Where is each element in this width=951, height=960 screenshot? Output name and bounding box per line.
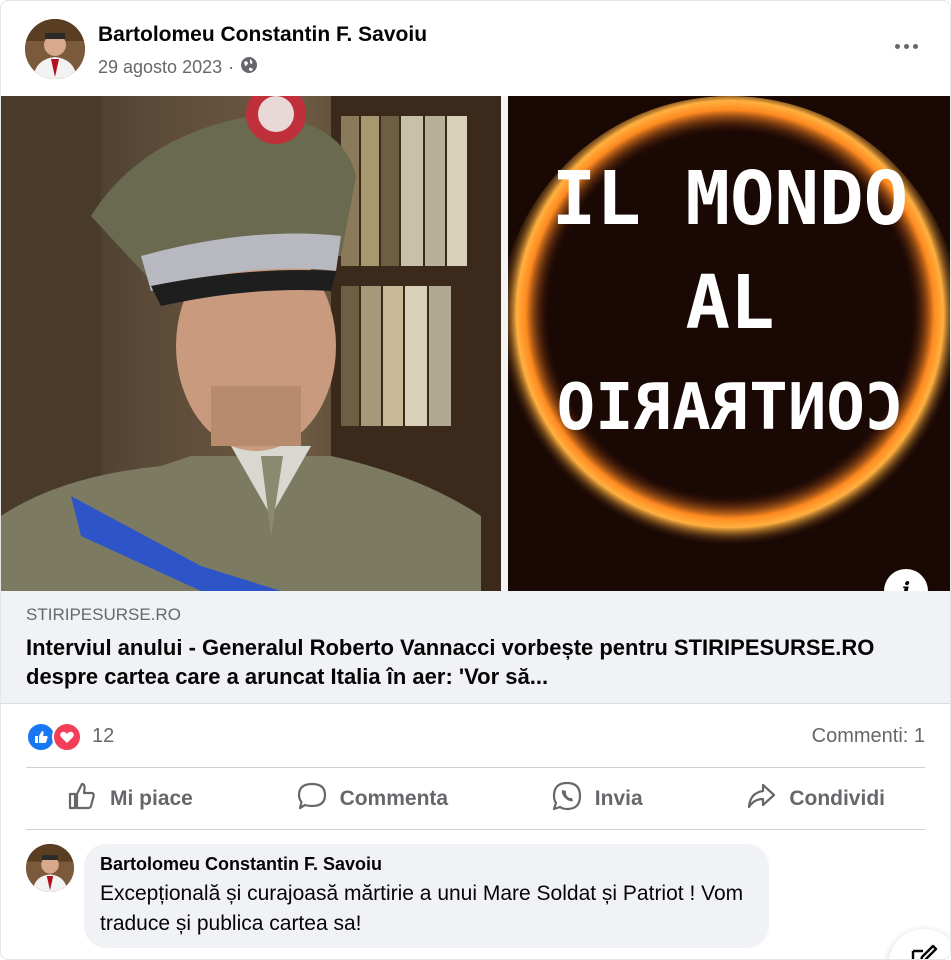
- reaction-count[interactable]: 12: [92, 725, 114, 748]
- send-button[interactable]: Invia: [511, 774, 683, 824]
- share-arrow-icon: [745, 780, 777, 818]
- globe-icon: [240, 56, 258, 79]
- comment-count[interactable]: Commenti: 1: [812, 725, 925, 748]
- book-cover-image: IL MONDO AL CONTRARIO: [498, 96, 950, 591]
- like-label: Mi piace: [110, 787, 193, 810]
- comment-label: Commenta: [339, 787, 449, 810]
- reaction-icons[interactable]: [26, 722, 82, 752]
- post-date[interactable]: 29 agosto 2023: [98, 57, 222, 78]
- edit-icon: [909, 943, 939, 959]
- share-button[interactable]: Condividi: [705, 774, 925, 824]
- cover-title-line3: CONTRARIO: [557, 371, 904, 445]
- image-divider: [501, 96, 508, 591]
- link-title[interactable]: Interviul anului - Generalul Roberto Van…: [26, 633, 912, 691]
- like-button[interactable]: Mi piace: [26, 774, 233, 824]
- link-preview-caption[interactable]: STIRIPESURSE.RO Interviul anului - Gener…: [1, 591, 950, 704]
- author-avatar[interactable]: [25, 19, 85, 79]
- author-name[interactable]: Bartolomeu Constantin F. Savoiu: [98, 23, 427, 47]
- post-actions: Mi piace Commenta Invia Condividi: [26, 771, 925, 827]
- post-meta: 29 agosto 2023 ·: [98, 56, 258, 79]
- cover-title-line2: AL: [685, 260, 774, 346]
- post-header: Bartolomeu Constantin F. Savoiu 29 agost…: [25, 19, 926, 83]
- divider: [26, 829, 925, 830]
- link-preview-image[interactable]: IL MONDO AL CONTRARIO: [1, 96, 950, 591]
- send-label: Invia: [594, 787, 643, 810]
- dot-icon: [912, 43, 918, 49]
- compose-button[interactable]: [888, 929, 950, 959]
- meta-separator: ·: [228, 57, 235, 77]
- link-domain: STIRIPESURSE.RO: [26, 605, 181, 624]
- share-label: Condividi: [789, 787, 885, 810]
- love-reaction-icon: [52, 722, 82, 752]
- comment-button[interactable]: Commenta: [256, 774, 489, 824]
- reactions-summary: 12 Commenti: 1: [26, 719, 925, 755]
- more-options-button[interactable]: [886, 31, 926, 61]
- comment-bubble: Bartolomeu Constantin F. Savoiu Excepțio…: [84, 844, 769, 948]
- whatsapp-icon: [551, 780, 583, 818]
- dot-icon: [903, 43, 909, 49]
- cover-title-line1: IL MONDO: [552, 156, 908, 242]
- general-photo: [1, 96, 501, 591]
- commenter-name[interactable]: Bartolomeu Constantin F. Savoiu: [100, 854, 753, 875]
- commenter-avatar[interactable]: [26, 844, 74, 892]
- thumbs-up-icon: [66, 780, 98, 818]
- speech-bubble-icon: [296, 780, 328, 818]
- comment-text: Excepțională și curajoasă mărtirie a unu…: [100, 882, 744, 935]
- dot-icon: [894, 43, 900, 49]
- divider: [26, 767, 925, 768]
- post-card: Bartolomeu Constantin F. Savoiu 29 agost…: [0, 0, 951, 960]
